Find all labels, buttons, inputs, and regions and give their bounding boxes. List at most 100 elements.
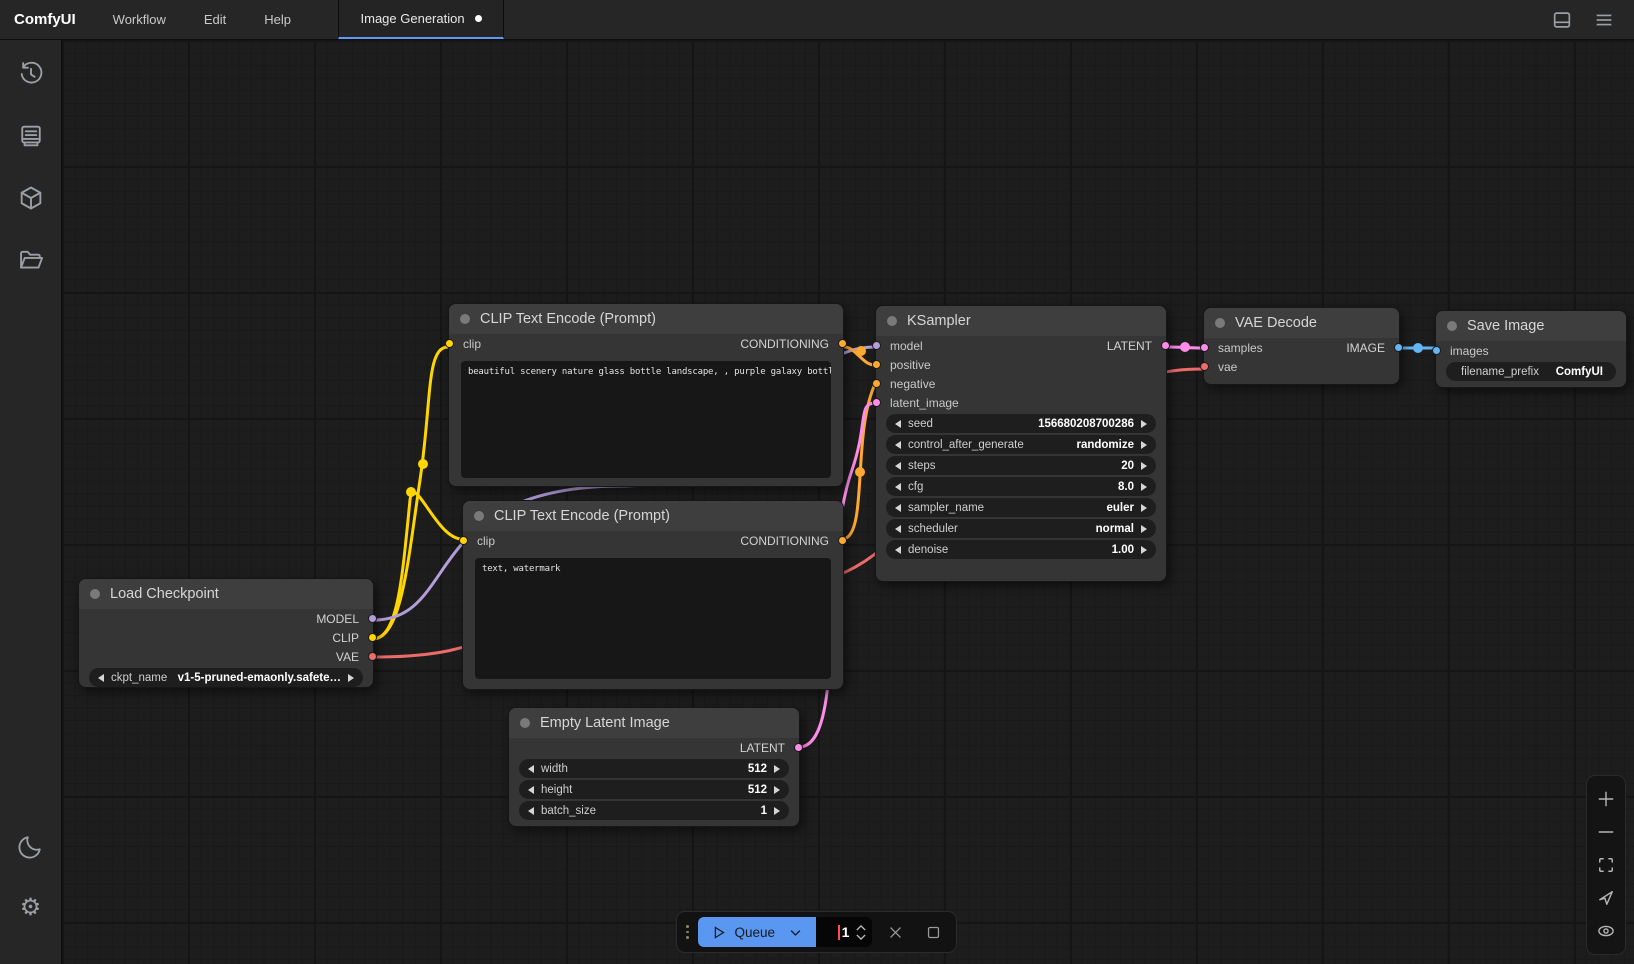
link-dot[interactable]: [855, 467, 865, 477]
node-vae-decode[interactable]: VAE Decode samples IMAGE vae: [1203, 307, 1400, 385]
input-port-negative[interactable]: [872, 379, 881, 388]
node-empty-latent-image[interactable]: Empty Latent Image LATENT width 512 heig…: [508, 707, 800, 827]
node-save-image[interactable]: Save Image images filename_prefix ComfyU…: [1435, 310, 1627, 388]
queue-button[interactable]: Queue: [698, 917, 817, 947]
input-port-clip[interactable]: [459, 536, 468, 545]
toggle-link-visibility-icon[interactable]: [1593, 918, 1619, 944]
decrement-icon[interactable]: [895, 546, 901, 554]
widget-seed[interactable]: seed 156680208700286: [886, 414, 1156, 433]
node-library-icon[interactable]: [11, 178, 51, 218]
widget-width[interactable]: width 512: [519, 759, 789, 778]
widget-batch-size[interactable]: batch_size 1: [519, 801, 789, 820]
batch-count-input[interactable]: 1: [816, 917, 871, 947]
output-port-image[interactable]: [1394, 343, 1403, 352]
decrement-icon[interactable]: [528, 786, 534, 794]
output-port-conditioning[interactable]: [838, 536, 847, 545]
history-icon[interactable]: [11, 54, 51, 94]
widget-denoise[interactable]: denoise 1.00: [886, 540, 1156, 559]
node-clip-text-encode-negative[interactable]: CLIP Text Encode (Prompt) clip CONDITION…: [462, 500, 844, 690]
link-dot[interactable]: [1413, 343, 1423, 353]
output-port-clip[interactable]: [368, 633, 377, 642]
select-cursor-icon[interactable]: [1593, 885, 1619, 911]
increment-icon[interactable]: [774, 807, 780, 815]
collapse-dot[interactable]: [887, 316, 897, 326]
output-port-latent[interactable]: [794, 743, 803, 752]
collapse-dot[interactable]: [1215, 318, 1225, 328]
input-port-vae[interactable]: [1200, 362, 1209, 371]
zoom-in-icon[interactable]: [1593, 786, 1619, 812]
node-load-checkpoint[interactable]: Load Checkpoint MODEL CLIP VAE ckpt_name…: [78, 578, 374, 688]
collapse-dot[interactable]: [520, 718, 530, 728]
input-port-images[interactable]: [1432, 346, 1441, 355]
increment-icon[interactable]: [1141, 504, 1147, 512]
collapse-dot[interactable]: [1447, 321, 1457, 331]
zoom-out-icon[interactable]: [1593, 819, 1619, 845]
widget-height[interactable]: height 512: [519, 780, 789, 799]
prompt-textarea[interactable]: beautiful scenery nature glass bottle la…: [461, 361, 831, 478]
widget-steps[interactable]: steps 20: [886, 456, 1156, 475]
tab-image-generation[interactable]: Image Generation: [338, 0, 504, 39]
menu-workflow[interactable]: Workflow: [94, 0, 185, 39]
decrement-icon[interactable]: [528, 765, 534, 773]
increment-icon[interactable]: [1141, 462, 1147, 470]
increment-icon[interactable]: [774, 765, 780, 773]
output-port-latent[interactable]: [1161, 341, 1170, 350]
increment-icon[interactable]: [1141, 525, 1147, 533]
stop-icon[interactable]: [919, 918, 947, 946]
input-port-model[interactable]: [872, 341, 881, 350]
decrement-icon[interactable]: [895, 441, 901, 449]
menu-edit[interactable]: Edit: [185, 0, 245, 39]
menu-help[interactable]: Help: [245, 0, 310, 39]
output-port-vae[interactable]: [368, 652, 377, 661]
decrement-icon[interactable]: [895, 420, 901, 428]
clear-queue-icon[interactable]: [882, 918, 910, 946]
increment-icon[interactable]: [1141, 546, 1147, 554]
collapse-dot[interactable]: [460, 314, 470, 324]
wire-negative-conditioning[interactable]: [844, 384, 875, 539]
input-port-positive[interactable]: [872, 360, 881, 369]
link-dot[interactable]: [406, 487, 416, 497]
theme-toggle-moon-icon[interactable]: [11, 826, 51, 866]
widget-scheduler[interactable]: scheduler normal: [886, 519, 1156, 538]
settings-gear-icon[interactable]: ⚙: [11, 888, 51, 928]
widget-sampler-name[interactable]: sampler_name euler: [886, 498, 1156, 517]
widget-control-after-generate[interactable]: control_after_generate randomize: [886, 435, 1156, 454]
decrement-icon[interactable]: [895, 525, 901, 533]
bottom-panel-toggle-icon[interactable]: [1546, 4, 1578, 36]
link-dot[interactable]: [418, 459, 428, 469]
prompt-textarea[interactable]: text, watermark: [475, 558, 831, 679]
widget-cfg[interactable]: cfg 8.0: [886, 477, 1156, 496]
drag-handle-icon[interactable]: [686, 925, 689, 939]
collapse-dot[interactable]: [90, 589, 100, 599]
input-port-latent-image[interactable]: [872, 398, 881, 407]
output-port-model[interactable]: [368, 614, 377, 623]
stepper-down-icon[interactable]: [856, 934, 866, 940]
link-dot[interactable]: [1180, 342, 1190, 352]
node-canvas[interactable]: Load Checkpoint MODEL CLIP VAE ckpt_name…: [62, 40, 1634, 964]
decrement-icon[interactable]: [895, 462, 901, 470]
wire-clip-to-negative-prompt[interactable]: [374, 492, 462, 639]
node-ksampler[interactable]: KSampler model LATENT positive negative …: [875, 305, 1167, 582]
decrement-icon[interactable]: [895, 483, 901, 491]
input-port-clip[interactable]: [445, 339, 454, 348]
fit-view-icon[interactable]: [1593, 852, 1619, 878]
stepper-up-icon[interactable]: [856, 925, 866, 931]
workflows-folder-icon[interactable]: [11, 240, 51, 280]
collapse-dot[interactable]: [474, 511, 484, 521]
increment-icon[interactable]: [774, 786, 780, 794]
decrement-icon[interactable]: [98, 674, 104, 682]
chevron-down-icon[interactable]: [788, 925, 803, 940]
task-queue-icon[interactable]: [11, 116, 51, 156]
link-dot[interactable]: [856, 346, 866, 356]
widget-ckpt-name[interactable]: ckpt_name v1-5-pruned-emaonly.safete…: [89, 668, 363, 687]
increment-icon[interactable]: [348, 674, 354, 682]
decrement-icon[interactable]: [528, 807, 534, 815]
widget-filename-prefix[interactable]: filename_prefix ComfyUI: [1446, 362, 1616, 381]
increment-icon[interactable]: [1141, 420, 1147, 428]
node-clip-text-encode-positive[interactable]: CLIP Text Encode (Prompt) clip CONDITION…: [448, 303, 844, 487]
decrement-icon[interactable]: [895, 504, 901, 512]
increment-icon[interactable]: [1141, 483, 1147, 491]
input-port-samples[interactable]: [1200, 343, 1209, 352]
hamburger-menu-icon[interactable]: [1588, 4, 1620, 36]
output-port-conditioning[interactable]: [838, 339, 847, 348]
